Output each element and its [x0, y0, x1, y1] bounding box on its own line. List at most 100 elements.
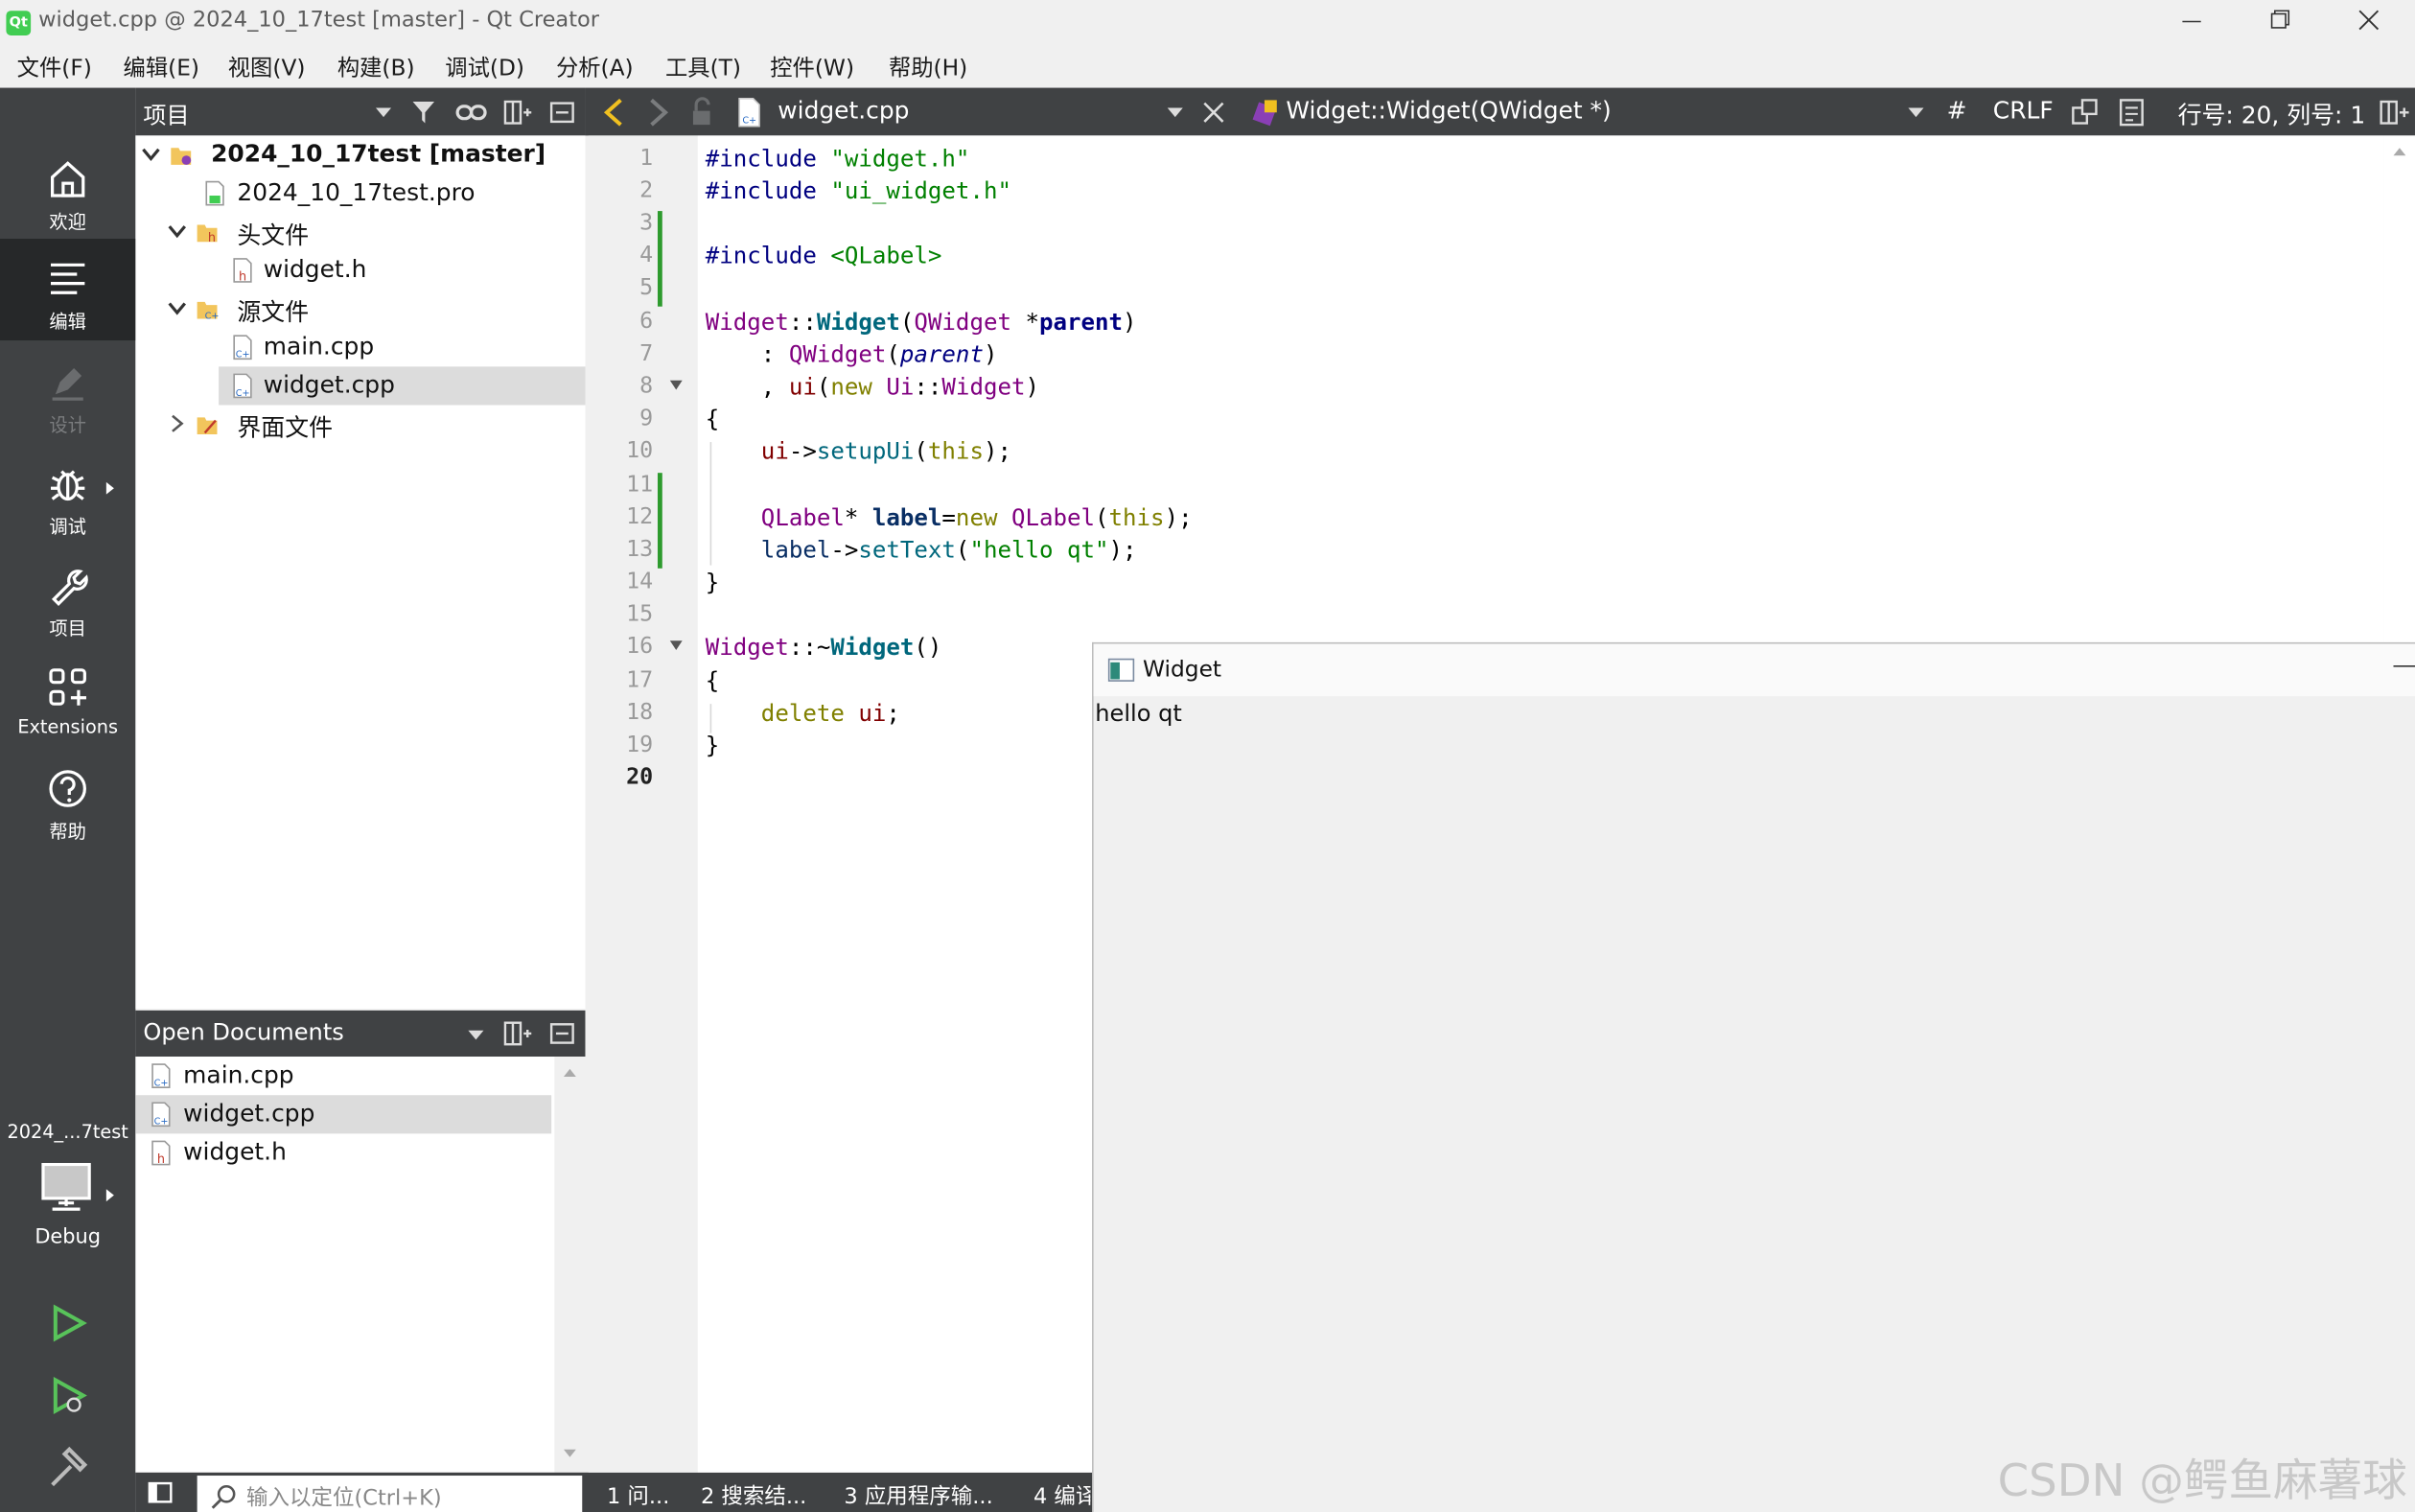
tree-item-widget-cpp[interactable]: C+ widget.cpp [219, 366, 586, 406]
projects-pane-title: 项目 [143, 102, 190, 129]
menu-edit[interactable]: 编辑(E) [124, 51, 199, 83]
line-number: 11 [626, 473, 654, 498]
split-icon [503, 100, 532, 125]
line-number-current: 20 [626, 765, 654, 791]
tree-item-label: 源文件 [237, 298, 310, 327]
code-line: QLabel* label=new QLabel(this); [760, 503, 1193, 532]
run-button[interactable] [46, 1301, 89, 1344]
file-dropdown[interactable] [1166, 105, 1184, 120]
editor-split-button[interactable] [2378, 97, 2411, 128]
tree-item-forms-folder[interactable]: 界面文件 [135, 406, 585, 444]
sync-link-button[interactable] [454, 97, 488, 128]
menu-controls[interactable]: 控件(W) [770, 51, 854, 83]
debug-run-icon [53, 1377, 87, 1414]
mode-label: Extensions [17, 716, 119, 738]
code-line: } [705, 568, 720, 596]
cursor-position[interactable]: 行号: 20, 列号: 1 [2178, 97, 2366, 130]
changed-lines-marker [657, 473, 662, 569]
outline-button[interactable] [2116, 97, 2147, 128]
output-tab-issues[interactable]: 1 问... [607, 1480, 669, 1511]
fold-marker-icon[interactable] [668, 640, 684, 652]
output-tab-app-output[interactable]: 3 应用程序输... [844, 1480, 992, 1511]
chevron-down-icon [142, 148, 160, 161]
tree-item-label: 2024_10_17test [master] [211, 140, 546, 169]
menu-file[interactable]: 文件(F) [17, 51, 92, 83]
tree-item-project[interactable]: 2024_10_17test [master] [135, 135, 585, 174]
svg-text:C+: C+ [742, 116, 756, 127]
chevron-down-icon [168, 225, 187, 239]
tree-item-main-cpp[interactable]: C+ main.cpp [135, 328, 585, 366]
tree-item-label: 界面文件 [237, 414, 334, 443]
open-docs-split-button[interactable] [502, 1018, 533, 1049]
line-number: 9 [639, 407, 654, 431]
output-tab-search[interactable]: 2 搜索结... [701, 1480, 806, 1511]
kit-selector[interactable] [40, 1162, 117, 1219]
symbol-dropdown[interactable] [1907, 105, 1925, 120]
menu-debug[interactable]: 调试(D) [445, 51, 524, 83]
open-doc-item[interactable]: C+ widget.cpp [135, 1095, 552, 1134]
line-ending-selector[interactable]: CRLF [1993, 97, 2054, 125]
minimize-button[interactable] [2150, 0, 2237, 46]
cpp-file-icon: C+ [151, 1102, 171, 1128]
menu-tools[interactable]: 工具(T) [665, 51, 741, 83]
menu-help[interactable]: 帮助(H) [889, 51, 967, 83]
open-doc-item[interactable]: C+ main.cpp [135, 1057, 551, 1095]
filter-button[interactable] [409, 97, 440, 128]
symbol-class-icon [1250, 96, 1281, 129]
mode-extensions[interactable]: Extensions [0, 647, 135, 749]
menu-view[interactable]: 视图(V) [228, 51, 306, 83]
split-button[interactable] [502, 97, 533, 128]
code-model-button[interactable] [2070, 97, 2101, 128]
open-docs-dropdown[interactable] [467, 1028, 485, 1043]
preprocessor-button[interactable]: # [1947, 97, 1967, 125]
toggle-sidebar-button[interactable] [148, 1480, 173, 1505]
header-file-icon: h [233, 258, 252, 284]
current-file-name[interactable]: widget.cpp [778, 97, 909, 125]
cpp-file-icon: C+ [233, 335, 252, 361]
mode-edit[interactable]: 编辑 [0, 239, 136, 341]
view-select-dropdown[interactable] [374, 105, 392, 120]
tree-item-sources-folder[interactable]: C+ 源文件 [135, 290, 585, 328]
code-line: #include "ui_widget.h" [705, 176, 1011, 205]
tree-item-widget-h[interactable]: h widget.h [135, 251, 585, 290]
search-icon [209, 1481, 240, 1512]
fold-marker-icon[interactable] [668, 379, 684, 391]
mode-help[interactable]: 帮助 [0, 749, 135, 850]
close-button[interactable] [2326, 0, 2412, 46]
nav-forward-button[interactable] [644, 96, 675, 129]
output-tab-compile[interactable]: 4 编译 [1033, 1480, 1090, 1511]
tree-item-label: widget.h [263, 255, 367, 284]
kit-name: 2024_...7test [7, 1121, 128, 1144]
line-number: 6 [639, 309, 654, 335]
open-documents-title: Open Documents [143, 1017, 344, 1046]
debug-run-button[interactable] [46, 1374, 89, 1417]
close-pane-button[interactable] [546, 97, 577, 128]
chevron-down-icon [1167, 107, 1183, 118]
mode-label: 编辑 [49, 311, 86, 334]
svg-text:C+: C+ [154, 1079, 169, 1089]
build-button[interactable] [46, 1445, 89, 1491]
restore-button[interactable] [2237, 0, 2323, 46]
mode-welcome[interactable]: 欢迎 [0, 139, 135, 241]
tree-item-pro[interactable]: 2024_10_17test.pro [135, 174, 585, 213]
svg-text:C+: C+ [205, 312, 219, 322]
widget-title-bar[interactable] [1093, 643, 2415, 697]
menu-build[interactable]: 构建(B) [337, 51, 415, 83]
widget-app-window[interactable] [1092, 641, 2415, 1512]
monitor-icon [41, 1162, 114, 1211]
code-line: label->setText("hello qt"); [760, 536, 1137, 564]
tree-item-headers-folder[interactable]: h 头文件 [135, 213, 585, 251]
mode-projects[interactable]: 项目 [0, 546, 135, 647]
split-icon [503, 1021, 532, 1046]
editor-vertical-scrollbar[interactable] [2383, 135, 2415, 644]
current-symbol[interactable]: Widget::Widget(QWidget *) [1286, 97, 1611, 125]
open-docs-close-button[interactable] [546, 1018, 577, 1049]
open-docs-scrollbar[interactable] [554, 1057, 586, 1473]
close-document-button[interactable] [1201, 99, 1226, 127]
open-doc-item[interactable]: h widget.h [135, 1133, 551, 1172]
mode-design[interactable]: 设计 [0, 342, 135, 444]
menu-analyze[interactable]: 分析(A) [556, 51, 634, 83]
nav-back-button[interactable] [599, 96, 630, 129]
mode-debug[interactable]: 调试 [0, 444, 135, 546]
widget-minimize-button[interactable] [2393, 665, 2415, 667]
